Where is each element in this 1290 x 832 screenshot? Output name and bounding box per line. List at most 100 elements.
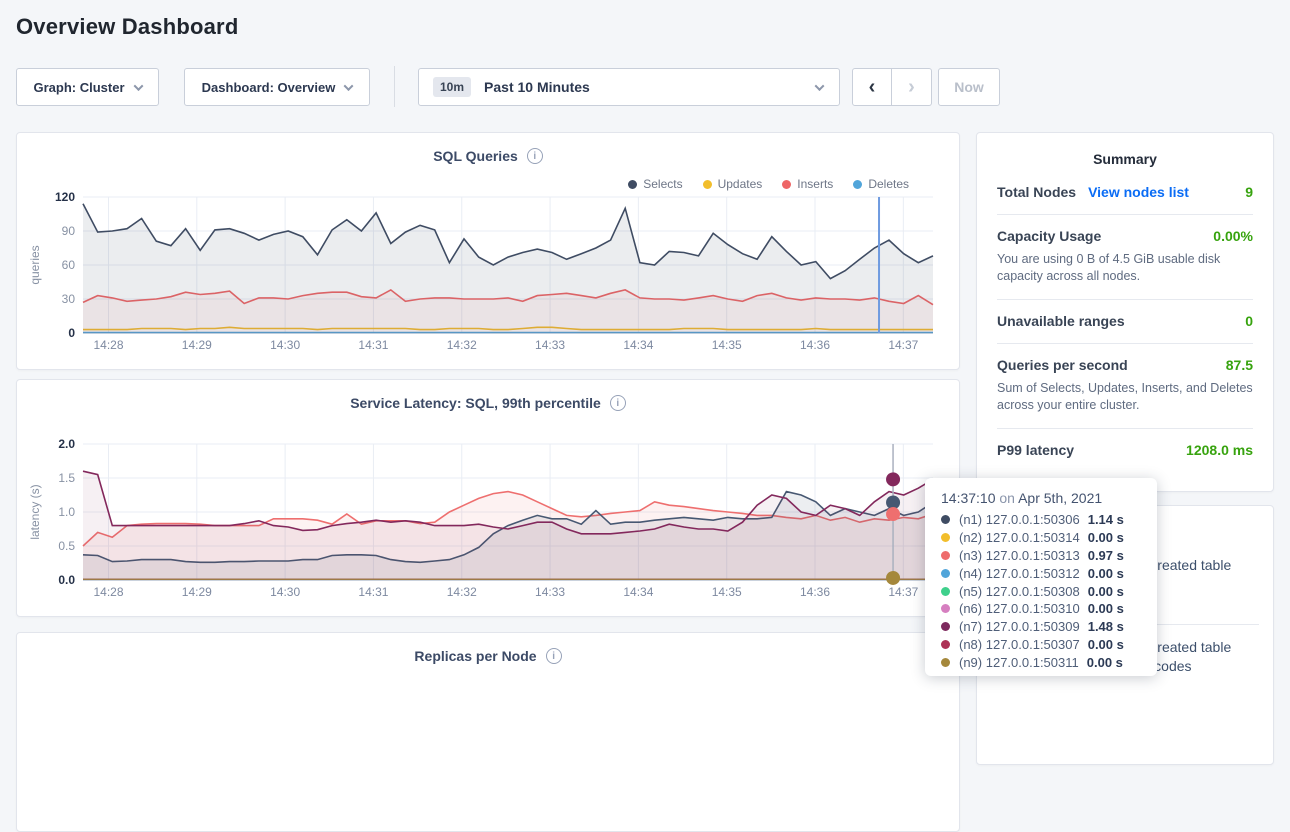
svg-text:14:33: 14:33 (535, 338, 565, 352)
tooltip-row: (n2) 127.0.0.1:503140.00 s (941, 529, 1143, 547)
series-dot-icon (941, 533, 950, 542)
summary-row-subtext: You are using 0 B of 4.5 GiB usable disk… (997, 251, 1253, 285)
svg-text:1.0: 1.0 (58, 505, 75, 519)
summary-row-label: P99 latency (997, 442, 1074, 458)
svg-text:0.5: 0.5 (58, 539, 75, 553)
controls-divider (394, 66, 395, 107)
svg-text:14:36: 14:36 (800, 585, 830, 599)
svg-text:14:35: 14:35 (712, 585, 742, 599)
svg-text:14:29: 14:29 (182, 338, 212, 352)
latency-plot[interactable]: latency (s)0.00.51.01.52.014:2814:2914:3… (25, 436, 937, 609)
page-title: Overview Dashboard (16, 14, 238, 40)
time-nav-group: ‹ › (852, 68, 932, 106)
sql-queries-chart-title-row: SQL Queries i (17, 133, 959, 164)
svg-text:14:30: 14:30 (270, 338, 300, 352)
summary-row: Total NodesView nodes list9 (997, 171, 1253, 215)
svg-text:30: 30 (62, 292, 76, 306)
summary-rows: Total NodesView nodes list9Capacity Usag… (977, 171, 1273, 472)
now-button[interactable]: Now (938, 68, 1000, 106)
svg-text:14:35: 14:35 (712, 338, 742, 352)
chart-title: SQL Queries (433, 148, 518, 164)
graph-dropdown[interactable]: Graph: Cluster (16, 68, 159, 106)
svg-text:14:32: 14:32 (447, 585, 477, 599)
tooltip-header: 14:37:10 on Apr 5th, 2021 (941, 490, 1143, 506)
summary-row-label: Queries per second (997, 357, 1128, 373)
series-dot-icon (941, 604, 950, 613)
sql-queries-chart-card: SQL Queries i SelectsUpdatesInsertsDelet… (16, 132, 960, 370)
info-icon[interactable]: i (546, 648, 562, 664)
svg-text:60: 60 (62, 258, 76, 272)
svg-text:14:36: 14:36 (800, 338, 830, 352)
summary-row-value: 0 (1245, 313, 1253, 329)
time-prev-button[interactable]: ‹ (852, 68, 892, 106)
summary-row: Unavailable ranges 0 (997, 300, 1253, 344)
series-dot-icon (941, 587, 950, 596)
sql-plot[interactable]: queries 0 30 60 90 120 14:28 14:29 14:30 14:31 14:… (25, 189, 937, 362)
legend-dot-icon (782, 180, 791, 189)
time-range-label: Past 10 Minutes (484, 79, 590, 95)
legend-dot-icon (853, 180, 862, 189)
tooltip-time: 14:37:10 (941, 490, 996, 506)
svg-text:0: 0 (68, 326, 75, 340)
svg-text:14:28: 14:28 (93, 338, 123, 352)
svg-text:14:32: 14:32 (447, 338, 477, 352)
replicas-chart-title-row: Replicas per Node i (17, 633, 959, 664)
series-dot-icon (941, 622, 950, 631)
tooltip-row: (n3) 127.0.0.1:503130.97 s (941, 547, 1143, 565)
view-nodes-list-link[interactable]: View nodes list (1088, 184, 1189, 200)
series-dot-icon (941, 640, 950, 649)
svg-text:14:33: 14:33 (535, 585, 565, 599)
svg-text:2.0: 2.0 (58, 437, 75, 451)
series-dot-icon (941, 569, 950, 578)
svg-text:14:37: 14:37 (888, 585, 918, 599)
svg-text:90: 90 (62, 224, 76, 238)
summary-panel: Summary Total NodesView nodes list9Capac… (976, 132, 1274, 492)
svg-text:14:37: 14:37 (888, 338, 918, 352)
tooltip-row: (n4) 127.0.0.1:503120.00 s (941, 564, 1143, 582)
tooltip-date: Apr 5th, 2021 (1018, 490, 1102, 506)
info-icon[interactable]: i (527, 148, 543, 164)
summary-row-value: 1208.0 ms (1186, 442, 1253, 458)
chart-hover-tooltip: 14:37:10 on Apr 5th, 2021 (n1) 127.0.0.1… (925, 478, 1157, 676)
time-range-badge: 10m (433, 77, 471, 97)
dashboard-dropdown[interactable]: Dashboard: Overview (184, 68, 370, 106)
summary-row-label: Capacity Usage (997, 228, 1101, 244)
summary-title: Summary (977, 133, 1273, 171)
summary-row-value: 0.00% (1213, 228, 1253, 244)
replicas-per-node-chart-card: Replicas per Node i (16, 632, 960, 832)
chevron-down-icon (344, 81, 354, 91)
tooltip-row: (n8) 127.0.0.1:503070.00 s (941, 636, 1143, 654)
chevron-down-icon (815, 81, 825, 91)
svg-text:14:28: 14:28 (93, 585, 123, 599)
chart-title: Service Latency: SQL, 99th percentile (350, 395, 601, 411)
summary-row-value: 87.5 (1226, 357, 1253, 373)
tooltip-row: (n5) 127.0.0.1:503080.00 s (941, 582, 1143, 600)
time-range-dropdown[interactable]: 10m Past 10 Minutes (418, 68, 840, 106)
svg-text:14:31: 14:31 (358, 338, 388, 352)
series-dot-icon (941, 551, 950, 560)
summary-row-subtext: Sum of Selects, Updates, Inserts, and De… (997, 380, 1253, 414)
service-latency-chart-card: Service Latency: SQL, 99th percentile i … (16, 379, 960, 617)
svg-text:120: 120 (55, 190, 75, 204)
svg-text:1.5: 1.5 (58, 471, 75, 485)
time-next-button[interactable]: › (892, 68, 932, 106)
series-dot-icon (941, 658, 950, 667)
summary-row-label: Unavailable ranges (997, 313, 1125, 329)
tooltip-on: on (999, 490, 1015, 506)
legend-dot-icon (628, 180, 637, 189)
summary-row: Capacity Usage 0.00% You are using 0 B of … (997, 215, 1253, 300)
summary-row: P99 latency 1208.0 ms (997, 429, 1253, 472)
info-icon[interactable]: i (610, 395, 626, 411)
service-latency-chart-title-row: Service Latency: SQL, 99th percentile i (17, 380, 959, 411)
svg-text:14:34: 14:34 (623, 338, 653, 352)
series-dot-icon (941, 515, 950, 524)
tooltip-rows: (n1) 127.0.0.1:503061.14 s(n2) 127.0.0.1… (941, 511, 1143, 671)
svg-text:queries: queries (28, 245, 42, 284)
tooltip-row: (n7) 127.0.0.1:503091.48 s (941, 618, 1143, 636)
tooltip-row: (n9) 127.0.0.1:503110.00 s (941, 653, 1143, 671)
svg-text:14:30: 14:30 (270, 585, 300, 599)
svg-text:14:29: 14:29 (182, 585, 212, 599)
chart-title: Replicas per Node (414, 648, 536, 664)
tooltip-row: (n6) 127.0.0.1:503100.00 s (941, 600, 1143, 618)
summary-row-label: Total Nodes (997, 184, 1076, 200)
